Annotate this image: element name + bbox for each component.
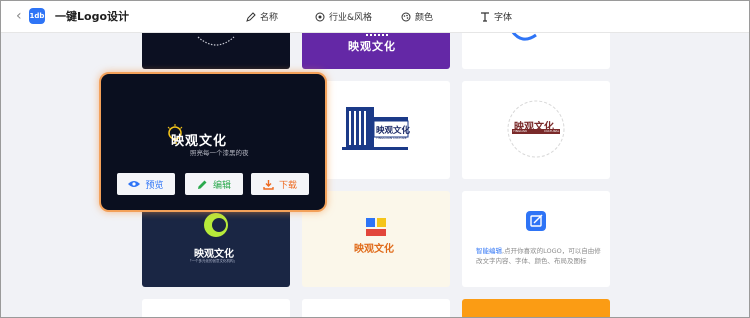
eye-icon	[128, 181, 141, 187]
hover-card-slogan: 照亮每一个漆黑的夜	[190, 149, 249, 157]
logo-card-brand: 映观文化	[354, 244, 394, 255]
nav-industry[interactable]: 行业&风格	[315, 10, 372, 23]
logo-card-sub: YINGGUAN CULTURE	[376, 136, 407, 140]
nav-name-label: 名称	[260, 13, 279, 23]
target-icon	[315, 12, 325, 21]
font-icon	[481, 11, 489, 22]
palette-icon	[401, 12, 411, 21]
download-label: 下载	[278, 180, 297, 191]
nav-font-label: 字体	[494, 13, 513, 23]
app-logo: 1db	[29, 8, 45, 24]
logo-card[interactable]	[302, 299, 450, 317]
nav-font[interactable]: 字体	[480, 10, 512, 23]
edit-tip-highlight: 智能编辑	[476, 247, 502, 255]
edit-tip-card: 智能编辑,点开你喜欢的LOGO，可以自由修改文字内容、字体、颜色、布局及图标	[462, 191, 610, 287]
logo-card[interactable]	[462, 299, 610, 317]
app-window: ‹ 1db 一键Logo设计 名称 行业&风格 颜色 字体 映观文化 映观文化 …	[0, 0, 750, 318]
logo-card-brand: 映观文化	[376, 126, 411, 136]
nav-color[interactable]: 颜色	[401, 10, 433, 23]
logo-card-brand: 映观文化	[194, 249, 234, 260]
app-logo-text: 1db	[29, 12, 45, 20]
edit-icon	[526, 211, 546, 231]
logo-card[interactable]: 映观文化 YINGUAN CULTURAL	[462, 81, 610, 179]
nav-name[interactable]: 名称	[246, 10, 278, 23]
pen-icon	[246, 11, 256, 22]
logo-card[interactable]	[142, 299, 290, 317]
download-icon	[263, 179, 274, 190]
logo-card-sub-right: CULTURAL	[544, 129, 560, 133]
preview-label: 预览	[145, 180, 164, 191]
edit-label: 编辑	[212, 180, 231, 191]
back-icon[interactable]: ‹	[16, 9, 22, 23]
preview-button[interactable]: 预览	[117, 173, 175, 195]
logo-card-sub: 「一个多元化的创意文化机构」	[188, 259, 237, 263]
logo-card-sub-left: YINGUAN	[513, 129, 527, 133]
edit-button[interactable]: 编辑	[185, 173, 243, 195]
download-button[interactable]: 下载	[251, 173, 309, 195]
nav-industry-label: 行业&风格	[329, 13, 373, 23]
edit-tip-text: 智能编辑,点开你喜欢的LOGO，可以自由修改文字内容、字体、颜色、布局及图标	[476, 246, 606, 266]
logo-card-brand: 映观文化	[348, 40, 396, 53]
top-bar: ‹ 1db 一键Logo设计 名称 行业&风格 颜色 字体	[1, 1, 749, 33]
app-title: 一键Logo设计	[55, 10, 129, 23]
logo-card-hovered[interactable]: 映观文化 照亮每一个漆黑的夜 预览 编辑 下载	[99, 72, 327, 212]
nav-color-label: 颜色	[415, 13, 434, 23]
pencil-icon	[197, 180, 207, 189]
